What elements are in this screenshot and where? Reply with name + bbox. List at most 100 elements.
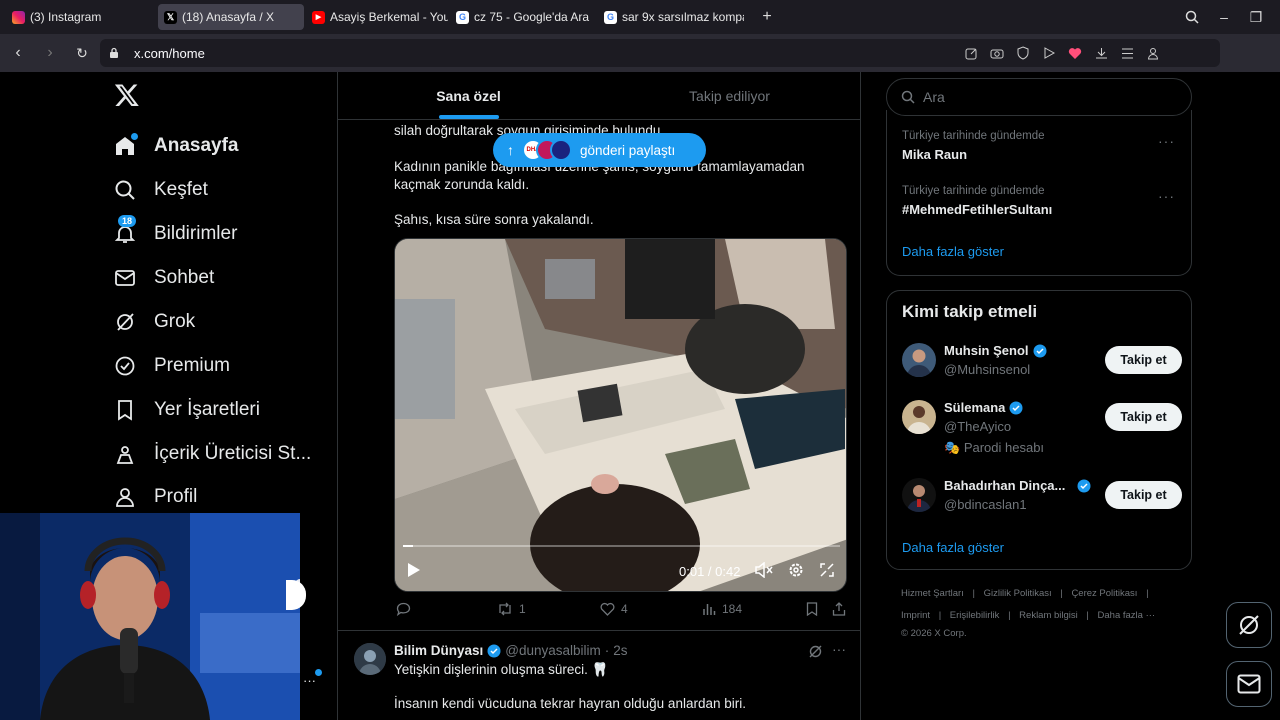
fullscreen-button[interactable] xyxy=(820,562,834,580)
muted-speaker-icon xyxy=(755,560,773,579)
nav-messages[interactable]: Sohbet xyxy=(114,263,214,293)
messages-float-button[interactable] xyxy=(1226,661,1272,707)
grok-icon xyxy=(114,311,136,333)
video-progress-bar[interactable] xyxy=(403,545,840,547)
address-bar[interactable]: x.com/home xyxy=(100,39,1220,67)
bookmark-button[interactable] xyxy=(806,602,818,616)
footer-link[interactable]: Hizmet Şartları xyxy=(901,588,964,599)
follow-suggestion[interactable]: Bahadırhan Dinça... @bdincaslan1 Takip e… xyxy=(902,478,1182,522)
reply-icon xyxy=(396,602,411,616)
tab-following[interactable]: Takip ediliyor xyxy=(599,72,860,119)
youtube-icon: ▶ xyxy=(312,10,325,24)
follow-suggestion[interactable]: Muhsin Şenol @Muhsinsenol Takip et xyxy=(902,343,1182,387)
nav-profile[interactable]: Profil xyxy=(114,482,197,512)
pill-label: gönderi paylaştı xyxy=(580,142,676,158)
webcam-feed xyxy=(0,513,300,720)
instagram-icon xyxy=(12,10,25,24)
follow-button[interactable]: Takip et xyxy=(1105,403,1182,431)
tab-google-sar9x[interactable]: G sar 9x sarsılmaz kompakt xyxy=(598,4,744,30)
follow-button[interactable]: Takip et xyxy=(1105,346,1182,374)
nav-notifications[interactable]: 18 Bildirimler xyxy=(114,215,237,249)
nav-bookmarks[interactable]: Yer İşaretleri xyxy=(114,395,260,425)
new-posts-pill[interactable]: ↑ DHA gönderi paylaştı xyxy=(493,133,706,167)
new-tab-button[interactable]: + xyxy=(756,6,778,28)
trend-item[interactable]: Türkiye tarihinde gündemde #MehmedFetihl… xyxy=(902,185,1052,217)
account-icon[interactable] xyxy=(1146,46,1160,60)
show-more-link[interactable]: Daha fazla göster xyxy=(902,540,1004,555)
x-page: Anasayfa Keşfet 18 Bildirimler Sohbet Gr… xyxy=(0,72,1280,720)
tab-google-cz75[interactable]: G cz 75 - Google'da Ara xyxy=(450,4,596,30)
grok-float-button[interactable] xyxy=(1226,602,1272,648)
footer-separator: | xyxy=(1146,588,1149,599)
minimize-button[interactable]: – xyxy=(1208,0,1240,34)
more-options-icon[interactable]: ··· xyxy=(832,641,846,657)
nav-premium[interactable]: Premium xyxy=(114,351,230,381)
footer-link[interactable]: Gizlilik Politikası xyxy=(984,588,1052,599)
more-options-icon[interactable]: ··· xyxy=(303,673,316,688)
reload-button[interactable]: ↻ xyxy=(68,39,96,67)
trend-name: #MehmedFetihlerSultanı xyxy=(902,202,1053,217)
more-options-icon[interactable]: ··· xyxy=(1158,133,1175,149)
x-icon: 𝕏 xyxy=(164,10,177,24)
x-logo-icon[interactable] xyxy=(114,82,140,108)
footer-link[interactable]: Daha fazla ··· xyxy=(1098,610,1156,621)
shield-icon[interactable] xyxy=(1016,46,1030,60)
more-options-icon[interactable]: ··· xyxy=(1158,188,1175,204)
edit-icon[interactable] xyxy=(964,46,978,60)
tab-title: (3) Instagram xyxy=(30,10,102,24)
tab-youtube[interactable]: ▶ Asayiş Berkemal - YouTube xyxy=(306,4,448,30)
tweet-video[interactable]: 0:01 / 0:42 xyxy=(394,238,847,592)
repost-button[interactable]: 1 xyxy=(497,602,526,616)
play-icon[interactable] xyxy=(1042,46,1056,60)
tweet-time[interactable]: 2s xyxy=(613,643,627,658)
author-name[interactable]: Bilim Dünyası xyxy=(394,643,483,658)
mail-icon xyxy=(114,267,136,289)
settings-button[interactable] xyxy=(788,562,804,581)
avatar[interactable] xyxy=(902,400,936,434)
google-icon: G xyxy=(456,10,469,24)
nav-explore[interactable]: Keşfet xyxy=(114,175,208,205)
search-tabs-button[interactable] xyxy=(1176,0,1208,34)
trend-item[interactable]: Türkiye tarihinde gündemde Mika Raun xyxy=(902,130,1045,162)
heart-icon[interactable] xyxy=(1068,46,1082,60)
footer-link[interactable]: Çerez Politikası xyxy=(1071,588,1137,599)
sidebar-post-button-edge[interactable] xyxy=(286,580,306,610)
search-placeholder: Ara xyxy=(923,89,945,105)
download-icon[interactable] xyxy=(1094,46,1108,60)
nav-home[interactable]: Anasayfa xyxy=(114,131,239,161)
plus-icon: + xyxy=(762,8,772,25)
nav-grok[interactable]: Grok xyxy=(114,307,195,337)
footer-link[interactable]: Erişilebilirlik xyxy=(950,610,1000,621)
back-button[interactable]: ‹ xyxy=(4,39,32,67)
author-handle[interactable]: @dunyasalbilim xyxy=(505,643,601,658)
reply-button[interactable] xyxy=(396,602,417,616)
share-button[interactable] xyxy=(832,602,846,616)
nav-creator-studio[interactable]: İçerik Üreticisi St... xyxy=(114,439,311,469)
show-more-link[interactable]: Daha fazla göster xyxy=(902,244,1004,259)
tab-instagram[interactable]: (3) Instagram xyxy=(6,4,156,30)
trends-box: Türkiye tarihinde gündemde Mika Raun ···… xyxy=(886,110,1192,276)
tweet-bilim-dunyasi[interactable]: Bilim Dünyası @dunyasalbilim · 2s ··· Ye… xyxy=(338,631,860,720)
camera-icon[interactable] xyxy=(990,46,1004,60)
tab-x-home[interactable]: 𝕏 (18) Anasayfa / X xyxy=(158,4,304,30)
parody-text: Parodi hesabı xyxy=(963,440,1045,455)
follow-button[interactable]: Takip et xyxy=(1105,481,1182,509)
avatar[interactable] xyxy=(902,478,936,512)
play-button[interactable] xyxy=(407,562,421,581)
tweet-text-paragraph: Şahıs, kısa süre sonra yakalandı. xyxy=(394,212,594,227)
nav-label: Yer İşaretleri xyxy=(154,399,260,420)
restore-button[interactable]: ❐ xyxy=(1240,0,1272,34)
follow-suggestion[interactable]: Sülemana @TheAyico 🎭 Parodi hesabı Takip… xyxy=(902,400,1182,460)
avatar[interactable] xyxy=(902,343,936,377)
menu-lines-icon[interactable] xyxy=(1120,46,1134,60)
footer-link[interactable]: Imprint xyxy=(901,610,930,621)
avatar[interactable] xyxy=(354,643,386,675)
tab-for-you[interactable]: Sana özel xyxy=(338,72,599,119)
mute-button[interactable] xyxy=(755,560,773,581)
search-icon xyxy=(114,179,136,201)
footer-separator: | xyxy=(1060,588,1063,599)
forward-button[interactable]: › xyxy=(36,39,64,67)
views-button[interactable]: 184 xyxy=(702,602,742,616)
footer-link[interactable]: Reklam bilgisi xyxy=(1019,610,1078,621)
like-button[interactable]: 4 xyxy=(600,602,628,616)
